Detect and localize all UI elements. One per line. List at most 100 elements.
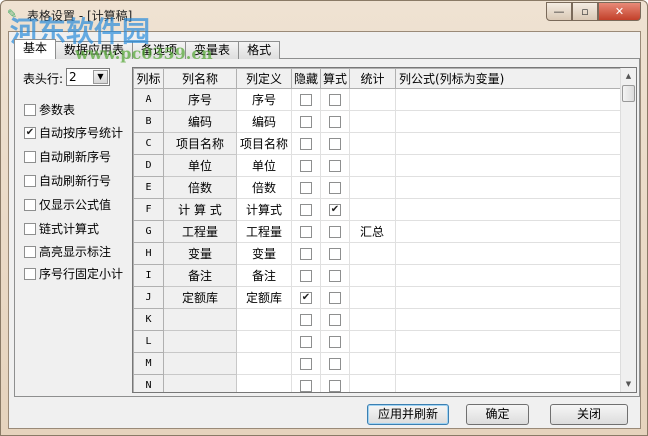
column-definition-cell[interactable]: 定额库 — [236, 286, 292, 309]
statistics-cell[interactable] — [349, 198, 396, 221]
formula-cell[interactable] — [395, 286, 622, 309]
checkbox-box[interactable] — [24, 267, 36, 280]
close-button[interactable]: 关闭 — [550, 404, 628, 425]
apply-refresh-button[interactable]: 应用并刷新 — [367, 404, 449, 425]
formula-cell[interactable] — [395, 154, 622, 177]
option-checkbox[interactable]: 高亮显示标注 — [24, 243, 111, 260]
formula-cell[interactable] — [395, 374, 622, 392]
ok-button[interactable]: 确定 — [466, 404, 529, 425]
statistics-cell[interactable] — [349, 176, 396, 199]
statistics-cell[interactable] — [349, 264, 396, 287]
tab-0[interactable]: 基本 — [14, 39, 57, 59]
option-checkbox[interactable]: 自动刷新行号 — [24, 172, 111, 189]
column-name-cell[interactable]: 项目名称 — [163, 132, 237, 155]
formula-cell[interactable] — [395, 176, 622, 199]
statistics-cell[interactable] — [349, 154, 396, 177]
column-name-cell[interactable]: 计 算 式 — [163, 198, 237, 221]
hide-checkbox[interactable] — [300, 314, 312, 326]
statistics-cell[interactable] — [349, 374, 396, 392]
formula-checkbox[interactable] — [329, 336, 341, 348]
hide-checkbox[interactable] — [300, 336, 312, 348]
tab-4[interactable]: 格式 — [238, 41, 281, 59]
checkbox-box[interactable] — [24, 174, 36, 187]
statistics-cell[interactable] — [349, 242, 396, 265]
column-definition-cell[interactable] — [236, 374, 292, 392]
scroll-down-icon[interactable]: ▼ — [621, 376, 636, 392]
formula-cell[interactable] — [395, 242, 622, 265]
column-name-cell[interactable] — [163, 352, 237, 375]
tab-2[interactable]: 备选项 — [132, 41, 187, 59]
formula-cell[interactable] — [395, 352, 622, 375]
column-name-cell[interactable] — [163, 374, 237, 392]
checkbox-box[interactable] — [24, 150, 36, 163]
column-definition-cell[interactable]: 序号 — [236, 88, 292, 111]
formula-cell[interactable] — [395, 264, 622, 287]
column-definition-cell[interactable] — [236, 308, 292, 331]
minimize-button[interactable]: — — [546, 2, 572, 21]
hide-checkbox[interactable] — [300, 160, 312, 172]
hide-checkbox[interactable] — [300, 380, 312, 392]
column-name-cell[interactable]: 序号 — [163, 88, 237, 111]
column-definition-cell[interactable]: 编码 — [236, 110, 292, 133]
vertical-scrollbar[interactable]: ▲ ▼ — [620, 68, 636, 392]
formula-cell[interactable] — [395, 198, 622, 221]
option-checkbox[interactable]: 序号行固定小计 — [24, 265, 123, 282]
column-definition-cell[interactable] — [236, 330, 292, 353]
checkbox-box[interactable] — [24, 245, 36, 258]
column-name-cell[interactable]: 备注 — [163, 264, 237, 287]
checkbox-box[interactable] — [24, 198, 36, 211]
maximize-button[interactable]: ▫ — [572, 2, 598, 21]
statistics-cell[interactable] — [349, 286, 396, 309]
hide-checkbox[interactable] — [300, 270, 312, 282]
column-definition-cell[interactable]: 项目名称 — [236, 132, 292, 155]
formula-checkbox[interactable] — [329, 94, 341, 106]
option-checkbox[interactable]: ✔ 自动按序号统计 — [24, 124, 123, 141]
hide-checkbox[interactable] — [300, 248, 312, 260]
formula-checkbox[interactable] — [329, 138, 341, 150]
column-definition-cell[interactable]: 计算式 — [236, 198, 292, 221]
formula-cell[interactable] — [395, 132, 622, 155]
hide-checkbox[interactable]: ✔ — [300, 292, 312, 304]
checkbox-box[interactable] — [24, 103, 36, 116]
hide-checkbox[interactable] — [300, 204, 312, 216]
chevron-down-icon[interactable]: ▼ — [93, 70, 108, 84]
hide-checkbox[interactable] — [300, 358, 312, 370]
option-checkbox[interactable]: 链式计算式 — [24, 220, 99, 237]
formula-cell[interactable] — [395, 220, 622, 243]
column-name-cell[interactable] — [163, 308, 237, 331]
column-definition-cell[interactable] — [236, 352, 292, 375]
formula-cell[interactable] — [395, 88, 622, 111]
column-definition-cell[interactable]: 备注 — [236, 264, 292, 287]
close-window-button[interactable]: ✕ — [598, 2, 641, 21]
formula-checkbox[interactable] — [329, 358, 341, 370]
formula-checkbox[interactable] — [329, 226, 341, 238]
formula-checkbox[interactable] — [329, 160, 341, 172]
hide-checkbox[interactable] — [300, 116, 312, 128]
column-definition-cell[interactable]: 倍数 — [236, 176, 292, 199]
formula-checkbox[interactable] — [329, 116, 341, 128]
formula-checkbox[interactable] — [329, 380, 341, 392]
formula-cell[interactable] — [395, 330, 622, 353]
column-definition-cell[interactable]: 单位 — [236, 154, 292, 177]
hide-checkbox[interactable] — [300, 226, 312, 238]
formula-checkbox[interactable] — [329, 314, 341, 326]
checkbox-box[interactable]: ✔ — [24, 126, 36, 139]
statistics-cell[interactable] — [349, 308, 396, 331]
scroll-thumb[interactable] — [622, 85, 635, 102]
column-name-cell[interactable]: 变量 — [163, 242, 237, 265]
hide-checkbox[interactable] — [300, 138, 312, 150]
scroll-up-icon[interactable]: ▲ — [621, 68, 636, 84]
column-definition-cell[interactable]: 变量 — [236, 242, 292, 265]
tab-3[interactable]: 变量表 — [185, 41, 240, 59]
column-name-cell[interactable]: 工程量 — [163, 220, 237, 243]
statistics-cell[interactable] — [349, 330, 396, 353]
checkbox-box[interactable] — [24, 222, 36, 235]
hide-checkbox[interactable] — [300, 94, 312, 106]
option-checkbox[interactable]: 参数表 — [24, 101, 75, 118]
column-definition-cell[interactable]: 工程量 — [236, 220, 292, 243]
option-checkbox[interactable]: 自动刷新序号 — [24, 148, 111, 165]
tab-1[interactable]: 数据应用表 — [55, 41, 134, 59]
statistics-cell[interactable] — [349, 88, 396, 111]
column-name-cell[interactable]: 定额库 — [163, 286, 237, 309]
formula-checkbox[interactable] — [329, 292, 341, 304]
